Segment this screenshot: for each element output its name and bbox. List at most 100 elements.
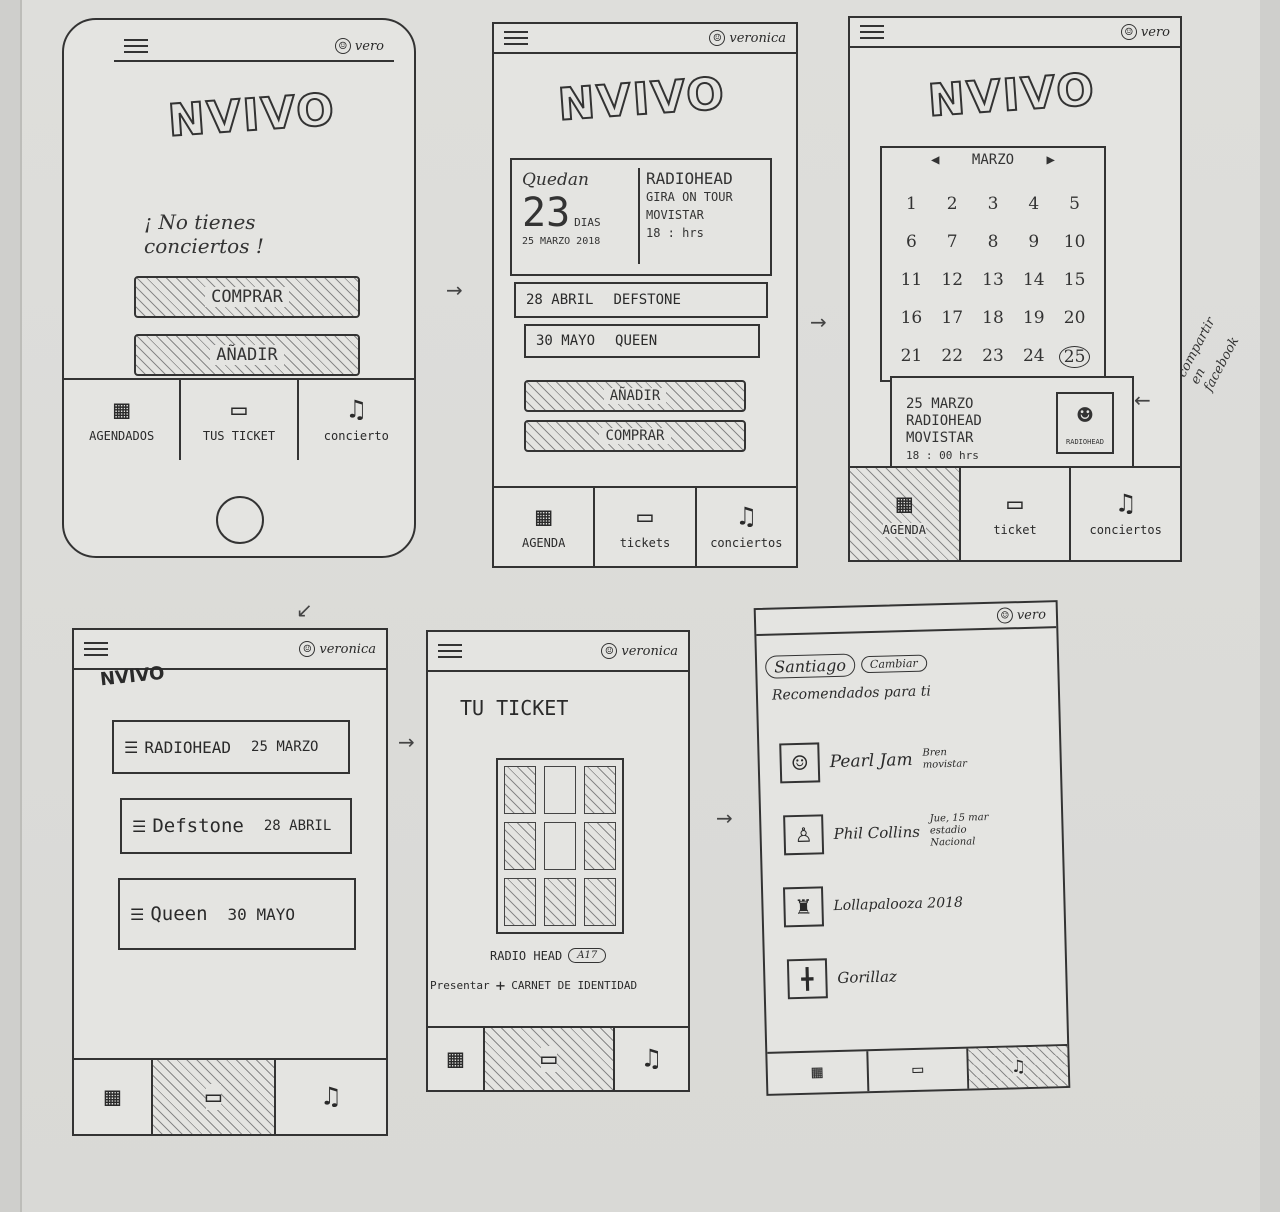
recommendation-name: Pearl Jam <box>829 749 913 773</box>
calendar-day-selected[interactable]: 25 <box>1059 346 1090 368</box>
concert-row[interactable]: ☰ Queen 30 MAYO <box>118 878 356 950</box>
tab-tickets[interactable]: ▭ TUS TICKET <box>181 380 299 460</box>
calendar-day[interactable]: 2 <box>937 194 968 214</box>
hamburger-menu-icon[interactable] <box>504 31 528 45</box>
calendar-day[interactable]: 15 <box>1059 270 1090 290</box>
next-month-icon[interactable]: ▶ <box>1047 152 1055 168</box>
recommendation-item[interactable]: ♙ Phil Collins Jue, 15 mar estadio Nacio… <box>783 810 1000 856</box>
event-line: 18 : hrs <box>646 226 704 240</box>
event-line: MOVISTAR <box>646 208 704 222</box>
hamburger-menu-icon[interactable] <box>438 644 462 658</box>
recommendation-item[interactable]: ♜ Lollapalooza 2018 <box>782 883 963 928</box>
user-badge[interactable]: ☺ vero <box>996 606 1047 624</box>
id-label: CARNET DE IDENTIDAD <box>511 979 638 992</box>
add-button-label: AÑADIR <box>210 345 284 365</box>
buy-button[interactable]: COMPRAR <box>134 276 360 318</box>
home-button[interactable] <box>216 496 264 544</box>
calendar-day[interactable]: 18 <box>978 308 1009 328</box>
calendar-day[interactable]: 11 <box>896 270 927 290</box>
calendar-day[interactable]: 19 <box>1018 308 1049 328</box>
countdown-label: Quedan <box>522 170 589 190</box>
festival-icon: ♜ <box>782 886 825 928</box>
hamburger-menu-icon[interactable] <box>84 642 108 656</box>
tab-tickets[interactable]: ▭ tickets <box>595 488 697 566</box>
tab-scheduled[interactable]: ▦ AGENDADOS <box>64 380 182 460</box>
calendar-card[interactable]: ◀ MARZO ▶ 1 2 3 4 5 6 7 8 9 10 11 12 13 … <box>880 146 1106 382</box>
recommendation-item[interactable]: ╋ Gorillaz <box>786 956 897 1000</box>
concert-row[interactable]: ☰ Defstone 28 ABRIL <box>120 798 352 854</box>
tab-tickets[interactable]: ▭ <box>153 1060 276 1134</box>
tab-concerts[interactable]: ♫ conciertos <box>1071 468 1180 560</box>
calendar-day[interactable]: 23 <box>978 346 1009 368</box>
hamburger-menu-icon[interactable] <box>124 39 148 53</box>
screen-recommendations: ☺ vero Santiago Cambiar Recomendados par… <box>753 600 1071 1096</box>
calendar-day[interactable]: 7 <box>937 232 968 252</box>
calendar-day[interactable]: 9 <box>1018 232 1049 252</box>
calendar-day[interactable]: 8 <box>978 232 1009 252</box>
calendar-day[interactable]: 6 <box>896 232 927 252</box>
empty-message-line1: ¡ No tienes <box>144 210 256 234</box>
user-badge[interactable]: ☺ vero <box>334 38 384 54</box>
calendar-day[interactable]: 12 <box>937 270 968 290</box>
app-logo: NVIVO <box>555 67 728 132</box>
tab-bar: ▦ ▭ ♫ <box>74 1058 386 1134</box>
tab-concerts[interactable]: ♫ concierto <box>299 380 414 460</box>
add-button[interactable]: AÑADIR <box>134 334 360 376</box>
tab-concerts[interactable]: ♫ <box>276 1060 386 1134</box>
calendar-day[interactable]: 16 <box>896 308 927 328</box>
calendar-day[interactable]: 20 <box>1059 308 1090 328</box>
tab-agenda[interactable]: ▦ <box>428 1028 485 1090</box>
concert-row[interactable]: 28 ABRIL DEFSTONE <box>514 282 768 318</box>
calendar-day[interactable]: 22 <box>937 346 968 368</box>
concert-row[interactable]: ☰ RADIOHEAD 25 MARZO <box>112 720 350 774</box>
buy-button[interactable]: COMPRAR <box>524 420 746 452</box>
event-details: 25 MARZO RADIOHEAD MOVISTAR 18 : 00 hrs <box>906 396 982 464</box>
event-card[interactable]: 25 MARZO RADIOHEAD MOVISTAR 18 : 00 hrs … <box>890 376 1134 468</box>
avatar: ☺ <box>709 30 726 46</box>
calendar-day[interactable]: 4 <box>1018 194 1049 214</box>
user-badge[interactable]: ☺ veronica <box>299 641 376 657</box>
calendar-day[interactable]: 21 <box>896 346 927 368</box>
user-badge[interactable]: ☺ vero <box>1120 24 1170 40</box>
user-badge[interactable]: ☺ veronica <box>601 643 678 659</box>
ticket-qr-code[interactable] <box>496 758 624 934</box>
tab-label: concierto <box>323 429 389 443</box>
tab-tickets[interactable]: ▭ ticket <box>961 468 1072 560</box>
countdown-number: 23 <box>522 190 571 236</box>
prev-month-icon[interactable]: ◀ <box>931 152 939 168</box>
tab-agenda[interactable]: ▦ AGENDA <box>494 488 596 566</box>
recommendation-item[interactable]: ☺ Pearl Jam Bren movistar <box>779 738 973 784</box>
tab-agenda[interactable]: ▦ <box>767 1051 870 1094</box>
calendar-day[interactable]: 17 <box>937 308 968 328</box>
calendar-day[interactable]: 24 <box>1018 346 1049 368</box>
flow-arrow-icon: → <box>446 278 463 302</box>
hamburger-menu-icon[interactable] <box>860 25 884 39</box>
top-bar: ☺ vero <box>114 32 394 62</box>
tab-tickets[interactable]: ▭ <box>867 1048 970 1092</box>
tab-concerts[interactable]: ♫ <box>615 1028 688 1090</box>
calendar-day[interactable]: 14 <box>1018 270 1049 290</box>
city-pill[interactable]: Santiago <box>764 653 856 679</box>
tab-concerts[interactable]: ♫ <box>968 1046 1069 1089</box>
username: vero <box>1016 606 1047 623</box>
change-city-button[interactable]: Cambiar <box>860 654 927 674</box>
calendar-day[interactable]: 5 <box>1059 194 1090 214</box>
calendar-day[interactable]: 3 <box>978 194 1009 214</box>
add-button[interactable]: AÑADIR <box>524 380 746 412</box>
username: veronica <box>729 30 786 46</box>
countdown-card[interactable]: Quedan 23 DIAS 25 MARZO 2018 RADIOHEAD G… <box>510 158 772 276</box>
user-badge[interactable]: ☺ veronica <box>709 30 786 46</box>
tab-tickets[interactable]: ▭ <box>484 1028 615 1090</box>
concert-row[interactable]: 30 MAYO QUEEN <box>524 324 760 358</box>
tab-agenda[interactable]: ▦ AGENDA <box>850 468 961 560</box>
tab-agenda[interactable]: ▦ <box>74 1060 153 1134</box>
tab-concerts[interactable]: ♫ conciertos <box>697 488 796 566</box>
tab-bar: ▦ AGENDA ▭ tickets ♫ conciertos <box>494 486 796 566</box>
calendar-day[interactable]: 10 <box>1059 232 1090 252</box>
band-thumbnail[interactable]: ☻ RADIOHEAD <box>1056 392 1114 454</box>
calendar-day[interactable]: 1 <box>896 194 927 214</box>
avatar: ☺ <box>334 38 351 54</box>
music-note-icon: ♫ <box>323 1082 339 1112</box>
calendar-icon: ▦ <box>113 395 130 425</box>
calendar-day[interactable]: 13 <box>978 270 1009 290</box>
